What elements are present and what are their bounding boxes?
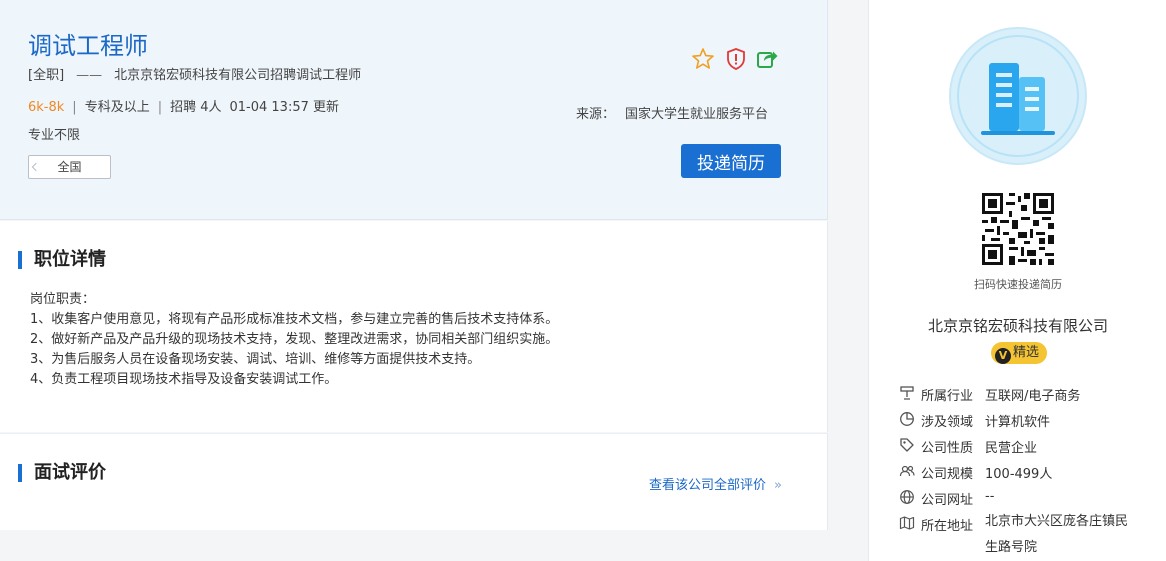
job-source: 来源： 国家大学生就业服务平台	[576, 103, 768, 122]
company-info-list: 所属行业 互联网/电子商务 涉及领域 计算机软件 公司性质 民营企业 公司规模 …	[899, 382, 1159, 561]
v-badge-icon: V	[995, 348, 1011, 364]
job-actions	[690, 46, 780, 74]
info-key: 公司规模	[921, 467, 974, 482]
info-value: --	[985, 489, 995, 504]
location-tag: 全国	[28, 155, 111, 179]
info-row-field: 涉及领域 计算机软件	[899, 408, 1159, 434]
job-subtitle-text: 北京京铭宏硕科技有限公司招聘调试工程师	[114, 68, 362, 83]
detail-line: 岗位职责：	[30, 292, 96, 307]
job-header: 调试工程师 [全职] —— 北京京铭宏硕科技有限公司招聘调试工程师 6k-8k | 专科…	[0, 0, 828, 220]
info-value: 民营企业	[985, 441, 1038, 456]
detail-line: 1、收集客户使用意见，将现有产品形成标准技术文档，参与建立完善的售后技术支持体系…	[30, 312, 559, 327]
industry-icon	[899, 385, 915, 401]
source-value: 国家大学生就业服务平台	[625, 107, 769, 122]
subtitle-dash: ——	[76, 68, 103, 83]
detail-line: 2、做好新产品及产品升级的现场技术支持，发现、整理改进需求，协同相关部门组织实施…	[30, 332, 559, 347]
info-row-address: 所在地址 北京市大兴区庞各庄镇民生路号院	[899, 512, 1159, 561]
job-meta: 6k-8k | 专科及以上 | 招聘 4人 01-04 13:57 更新	[28, 96, 339, 115]
company-sidebar: 扫码快速投递简历 北京京铭宏硕科技有限公司 V 精选 所属行业 互联网/电子商务 …	[868, 0, 1166, 561]
shield-alert-icon[interactable]	[723, 46, 749, 72]
major-requirement: 专业不限	[28, 128, 81, 143]
map-icon	[899, 515, 915, 531]
info-row-scale: 公司规模 100-499人	[899, 460, 1159, 486]
tag-notch	[31, 162, 41, 172]
featured-badge: V 精选	[991, 342, 1047, 364]
detail-body: 岗位职责： 1、收集客户使用意见，将现有产品形成标准技术文档，参与建立完善的售后…	[30, 290, 558, 390]
info-key: 公司性质	[921, 441, 974, 456]
info-row-nature: 公司性质 民营企业	[899, 434, 1159, 460]
building-icon	[957, 35, 1079, 157]
main-column: 调试工程师 [全职] —— 北京京铭宏硕科技有限公司招聘调试工程师 6k-8k | 专科…	[0, 0, 828, 530]
review-title: 面试评价	[18, 464, 106, 482]
people-icon	[899, 463, 915, 479]
share-icon[interactable]	[754, 46, 780, 72]
review-link-text: 查看该公司全部评价	[649, 478, 767, 493]
salary: 6k-8k	[28, 100, 65, 115]
company-name[interactable]: 北京京铭宏硕科技有限公司	[869, 315, 1166, 336]
qr-label: 扫码快速投递简历	[974, 278, 1062, 291]
job-type: [全职]	[28, 68, 65, 83]
company-logo	[949, 27, 1087, 165]
meta-divider: |	[72, 100, 77, 115]
pie-chart-icon	[899, 411, 915, 427]
location-label: 全国	[57, 160, 82, 174]
meta-divider: |	[157, 100, 163, 115]
apply-button[interactable]: 投递简历	[681, 144, 781, 178]
info-key: 公司网址	[921, 493, 974, 508]
job-detail-section: 职位详情 岗位职责： 1、收集客户使用意见，将现有产品形成标准技术文档，参与建立…	[0, 221, 828, 432]
globe-icon	[899, 489, 915, 505]
source-label: 来源：	[576, 107, 616, 122]
detail-line: 4、负责工程项目现场技术指导及设备安装调试工作。	[30, 372, 338, 387]
info-key: 所属行业	[921, 389, 974, 404]
qr-code	[979, 190, 1057, 268]
tag-icon	[899, 437, 915, 453]
double-chevron-right-icon: »	[774, 478, 782, 493]
education: 专科及以上	[84, 100, 150, 115]
view-all-reviews-link[interactable]: 查看该公司全部评价 »	[649, 474, 782, 493]
detail-line: 3、为售后服务人员在设备现场安装、调试、培训、维修等方面提供技术支持。	[30, 352, 481, 367]
job-title: 调试工程师	[28, 32, 148, 60]
info-value: 互联网/电子商务	[985, 389, 1081, 404]
detail-title: 职位详情	[18, 251, 106, 269]
interview-review-section: 面试评价 查看该公司全部评价 »	[0, 433, 828, 530]
info-value: 计算机软件	[985, 415, 1051, 430]
job-subtitle: [全职] —— 北京京铭宏硕科技有限公司招聘调试工程师	[28, 64, 361, 83]
star-icon[interactable]	[690, 46, 716, 72]
info-value: 北京市大兴区庞各庄镇民生路号院	[985, 514, 1129, 555]
info-value: 100-499人	[985, 467, 1053, 482]
recruit-count: 招聘 4人	[170, 100, 222, 115]
info-row-industry: 所属行业 互联网/电子商务	[899, 382, 1159, 408]
info-key: 所在地址	[921, 519, 974, 534]
badge-label: 精选	[1013, 345, 1040, 360]
info-key: 涉及领域	[921, 415, 974, 430]
update-time: 01-04 13:57 更新	[229, 100, 340, 115]
